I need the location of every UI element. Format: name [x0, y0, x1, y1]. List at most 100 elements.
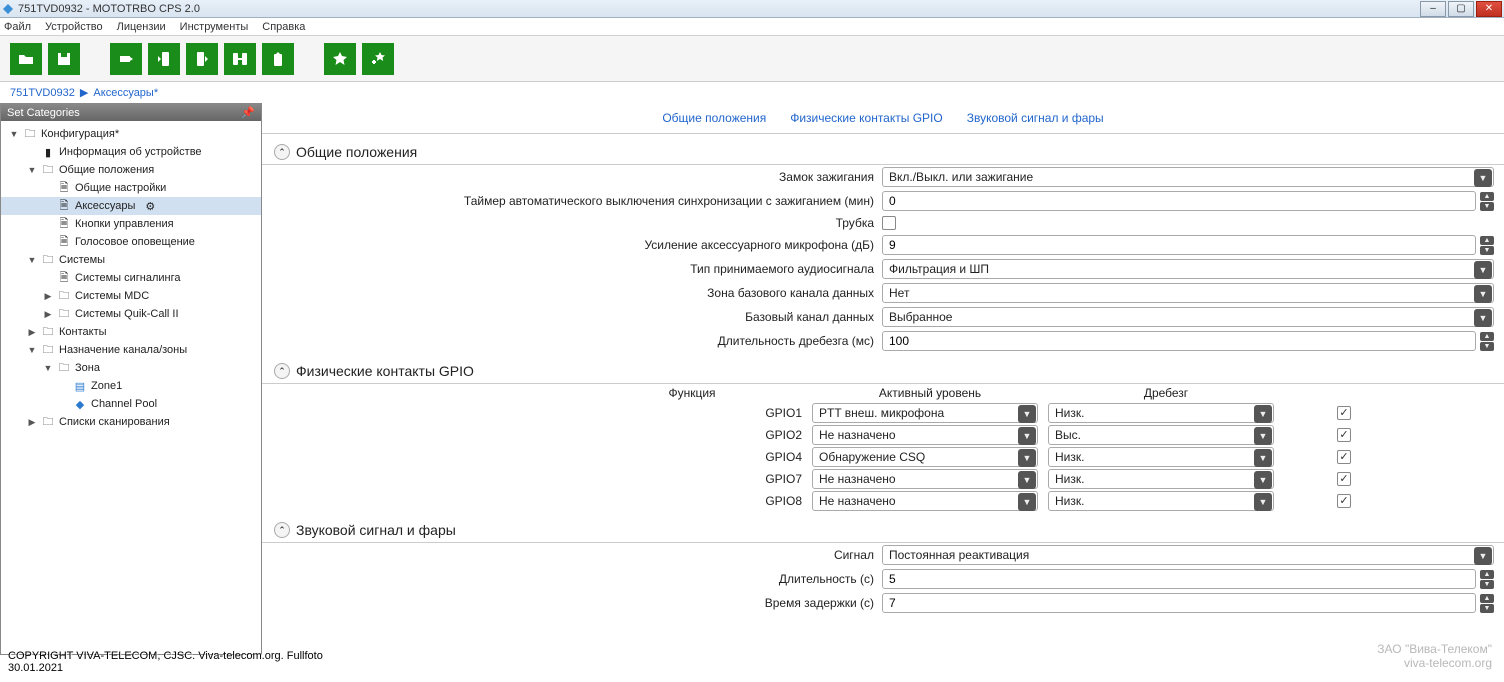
chevron-down-icon: ▼ — [1018, 405, 1036, 423]
toolbar-write-button[interactable] — [186, 43, 218, 75]
delay-input[interactable] — [882, 593, 1476, 613]
collapse-icon[interactable]: ⌃ — [274, 144, 290, 160]
ignition-select[interactable]: Вкл./Выкл. или зажигание▼ — [882, 167, 1494, 187]
app-icon — [2, 3, 14, 15]
gpio-func-select[interactable]: Не назначено▼ — [812, 425, 1038, 445]
chevron-down-icon: ▼ — [1474, 261, 1492, 279]
chevron-down-icon: ▼ — [1018, 449, 1036, 467]
chevron-down-icon: ▼ — [1254, 471, 1272, 489]
debounce-label: Длительность дребезга (мс) — [262, 329, 882, 353]
device-icon: ▮ — [41, 145, 55, 159]
hook-checkbox[interactable] — [882, 216, 896, 230]
gpio-func-select[interactable]: PTT внеш. микрофона▼ — [812, 403, 1038, 423]
menu-device[interactable]: Устройство — [45, 21, 103, 33]
micgain-label: Усиление аксессуарного микрофона (дБ) — [262, 233, 882, 257]
pin-icon[interactable]: 📌 — [241, 106, 255, 119]
gpio-debounce-checkbox[interactable] — [1337, 428, 1351, 442]
page-icon: 🗎 — [57, 235, 71, 249]
gpio-level-select[interactable]: Низк.▼ — [1048, 403, 1274, 423]
gpio-func-select[interactable]: Не назначено▼ — [812, 491, 1038, 511]
debounce-input[interactable] — [882, 331, 1476, 351]
menu-help[interactable]: Справка — [262, 21, 305, 33]
tree-item-zone[interactable]: ▼🗀Зона — [1, 359, 261, 377]
toolbar-connect-button[interactable] — [110, 43, 142, 75]
toolbar — [0, 36, 1504, 82]
gpio-debounce-checkbox[interactable] — [1337, 406, 1351, 420]
collapse-icon[interactable]: ⌃ — [274, 363, 290, 379]
gpio-level-select[interactable]: Низк.▼ — [1048, 469, 1274, 489]
tree-item-contacts[interactable]: ▶🗀Контакты — [1, 323, 261, 341]
gpio-debounce-checkbox[interactable] — [1337, 494, 1351, 508]
page-icon: 🗎 — [57, 199, 71, 213]
tab-general[interactable]: Общие положения — [662, 111, 766, 125]
gpio-level-select[interactable]: Низк.▼ — [1048, 491, 1274, 511]
tree-item-channel-assign[interactable]: ▼🗀Назначение канала/зоны — [1, 341, 261, 359]
chevron-down-icon: ▼ — [1018, 493, 1036, 511]
tree-item-general[interactable]: ▼🗀Общие положения — [1, 161, 261, 179]
page-icon: 🗎 — [57, 271, 71, 285]
gpio-level-select[interactable]: Выс.▼ — [1048, 425, 1274, 445]
folder-icon: 🗀 — [57, 361, 71, 375]
content: Общие положения Физические контакты GPIO… — [262, 103, 1504, 655]
tree-item-buttons[interactable]: 🗎Кнопки управления — [1, 215, 261, 233]
signal-select[interactable]: Постоянная реактивация▼ — [882, 545, 1494, 565]
duration-input[interactable] — [882, 569, 1476, 589]
minimize-button[interactable]: – — [1420, 1, 1446, 17]
toolbar-clone-button[interactable] — [224, 43, 256, 75]
tree-item-device-info[interactable]: ▮Информация об устройстве — [1, 143, 261, 161]
gpio-level-select[interactable]: Низк.▼ — [1048, 447, 1274, 467]
micgain-input[interactable] — [882, 235, 1476, 255]
duration-spinner[interactable]: ▲▼ — [1480, 570, 1494, 589]
gpio-func-select[interactable]: Не назначено▼ — [812, 469, 1038, 489]
gpio-row: GPIO4Обнаружение CSQ▼Низк.▼ — [282, 446, 1484, 468]
menubar: Файл Устройство Лицензии Инструменты Спр… — [0, 18, 1504, 36]
tree-item-voice[interactable]: 🗎Голосовое оповещение — [1, 233, 261, 251]
tree-item-channel-pool[interactable]: ◆Channel Pool — [1, 395, 261, 413]
tree-item-systems[interactable]: ▼🗀Системы — [1, 251, 261, 269]
basechan-select[interactable]: Выбранное▼ — [882, 307, 1494, 327]
sidebar: Set Categories 📌 ▼🗀Конфигурация* ▮Информ… — [0, 103, 262, 655]
toolbar-open-button[interactable] — [10, 43, 42, 75]
toolbar-save-button[interactable] — [48, 43, 80, 75]
debounce-spinner[interactable]: ▲▼ — [1480, 332, 1494, 351]
timer-spinner[interactable]: ▲▼ — [1480, 192, 1494, 211]
toolbar-update-button[interactable] — [262, 43, 294, 75]
timer-input[interactable] — [882, 191, 1476, 211]
toolbar-favorite-add-button[interactable] — [362, 43, 394, 75]
tree-item-zone1[interactable]: ▤Zone1 — [1, 377, 261, 395]
breadcrumb-root[interactable]: 751TVD0932 — [10, 87, 75, 99]
basezone-select[interactable]: Нет▼ — [882, 283, 1494, 303]
gpio-debounce-checkbox[interactable] — [1337, 450, 1351, 464]
tree-item-accessories[interactable]: 🗎Аксессуары⚙ — [1, 197, 261, 215]
gpio-pin-label: GPIO8 — [282, 494, 812, 508]
chevron-down-icon: ▼ — [1474, 169, 1492, 187]
collapse-icon[interactable]: ⌃ — [274, 522, 290, 538]
tree-item-scanlists[interactable]: ▶🗀Списки сканирования — [1, 413, 261, 431]
gpio-pin-label: GPIO2 — [282, 428, 812, 442]
menu-file[interactable]: Файл — [4, 21, 31, 33]
menu-licenses[interactable]: Лицензии — [117, 21, 166, 33]
menu-tools[interactable]: Инструменты — [180, 21, 249, 33]
tree-item-general-settings[interactable]: 🗎Общие настройки — [1, 179, 261, 197]
micgain-spinner[interactable]: ▲▼ — [1480, 236, 1494, 255]
tree-item-mdc[interactable]: ▶🗀Системы MDC — [1, 287, 261, 305]
tree-item-signaling[interactable]: 🗎Системы сигналинга — [1, 269, 261, 287]
close-button[interactable]: ✕ — [1476, 1, 1502, 17]
tree-item-config[interactable]: ▼🗀Конфигурация* — [1, 125, 261, 143]
maximize-button[interactable]: ▢ — [1448, 1, 1474, 17]
tab-gpio[interactable]: Физические контакты GPIO — [790, 111, 942, 125]
breadcrumb-current[interactable]: Аксессуары* — [93, 87, 158, 99]
section-title: Физические контакты GPIO — [296, 363, 474, 379]
gpio-debounce-checkbox[interactable] — [1337, 472, 1351, 486]
folder-icon: 🗀 — [41, 325, 55, 339]
delay-spinner[interactable]: ▲▼ — [1480, 594, 1494, 613]
gpio-col-level: Активный уровень — [812, 384, 1048, 402]
gpio-func-select[interactable]: Обнаружение CSQ▼ — [812, 447, 1038, 467]
audiotype-select[interactable]: Фильтрация и ШП▼ — [882, 259, 1494, 279]
toolbar-read-button[interactable] — [148, 43, 180, 75]
chevron-down-icon: ▼ — [1474, 547, 1492, 565]
tab-horn[interactable]: Звуковой сигнал и фары — [967, 111, 1104, 125]
folder-icon: 🗀 — [57, 307, 71, 321]
tree-item-quikcall[interactable]: ▶🗀Системы Quik-Call II — [1, 305, 261, 323]
toolbar-favorite-button[interactable] — [324, 43, 356, 75]
